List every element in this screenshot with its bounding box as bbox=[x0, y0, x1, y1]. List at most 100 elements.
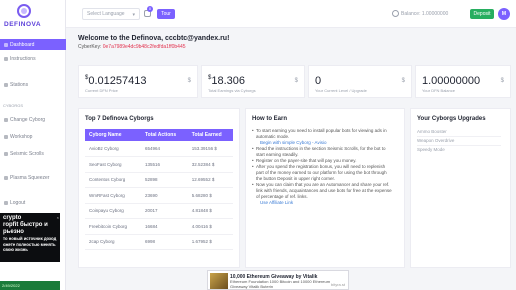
tour-button[interactable]: Tour bbox=[157, 9, 175, 19]
stat-number: 0.01257413 bbox=[88, 75, 147, 87]
stat-card-level: 0 Your Current Level / Upgrade $ bbox=[308, 65, 412, 98]
table-cell: Coinpayu Cyborg bbox=[85, 203, 141, 219]
sidebar-item-label: Seismic Scrolls bbox=[10, 150, 44, 157]
column-header: Total Actions bbox=[141, 129, 188, 141]
stat-label: Your DFN Balance bbox=[422, 88, 455, 93]
brand-logo[interactable]: DEFINOVA bbox=[4, 4, 46, 34]
sidebar-item-label: Workshop bbox=[10, 133, 33, 140]
ad-line: рьезно bbox=[3, 229, 24, 235]
upgrade-row: Ammo Booster bbox=[417, 129, 447, 134]
panel-title: How to Earn bbox=[252, 116, 288, 122]
ad-small-line: ожете полностью менять свою жизнь bbox=[3, 241, 56, 253]
dollar-icon: $ bbox=[401, 78, 405, 84]
stat-card-dfn-price: $0.01257413 Current DFN Price $ bbox=[78, 65, 198, 98]
dollar-icon: $ bbox=[500, 78, 504, 84]
notification-badge: 0 bbox=[147, 6, 153, 12]
sidebar-item-logout[interactable]: Logout bbox=[0, 197, 66, 208]
table-row: SeoFast Cyborg 135516 32.52384 $ bbox=[85, 156, 233, 173]
stat-label: Total Earnings via Cyborgs bbox=[208, 88, 256, 93]
stat-number: 1.00000000 bbox=[422, 75, 481, 87]
panel-title: Your Cyborgs Upgrades bbox=[417, 116, 486, 122]
table-cell: 32.52384 $ bbox=[187, 156, 233, 173]
table-cell: 153.39156 $ bbox=[187, 141, 233, 157]
ad-thumbnail bbox=[210, 273, 228, 289]
sidebar-item-seismic-scrolls[interactable]: Seismic Scrolls bbox=[0, 148, 66, 159]
upgrades-panel: Your Cyborgs Upgrades Ammo Booster Weapo… bbox=[410, 108, 511, 268]
sidebar-item-dashboard[interactable]: Dashboard bbox=[0, 39, 66, 50]
top-cyborgs-panel: Top 7 Definova Cyborgs Cyborg Name Total… bbox=[78, 108, 240, 268]
sidebar-section-caption: CYBORGS bbox=[3, 103, 24, 108]
table-header-row: Cyborg Name Total Actions Total Earned bbox=[85, 129, 233, 141]
cyber-key: CyberKey: 0e7a7989e4dc9b48c2fedfda1ff0b4… bbox=[78, 44, 186, 50]
station-icon bbox=[4, 82, 8, 87]
ad-source: bityra.st bbox=[330, 282, 345, 287]
sidebar-item-plasma-squeezer[interactable]: Plasma Squeezer bbox=[0, 172, 66, 183]
logo-icon bbox=[17, 4, 31, 18]
dollar-icon: $ bbox=[294, 78, 298, 84]
book-icon bbox=[4, 56, 8, 61]
table-cell: 4.00416 $ bbox=[187, 218, 233, 235]
how-to-earn-panel: How to Earn To start earning you need to… bbox=[245, 108, 405, 268]
language-select-value: Select Language bbox=[87, 11, 125, 17]
affiliate-link[interactable]: Use Affiliate Link bbox=[256, 200, 392, 206]
deposit-button-label: Deposit bbox=[473, 11, 491, 17]
sidebar-item-change-cyborg[interactable]: Change Cyborg bbox=[0, 114, 66, 125]
language-select[interactable]: Select Language ▾ bbox=[82, 8, 140, 20]
table-row: WmRFast Cyborg 23690 5.68280 $ bbox=[85, 187, 233, 204]
table-cell: Freebitcoin Cyborg bbox=[85, 218, 141, 235]
upgrade-row: Speedy Mode bbox=[417, 147, 445, 152]
table-cell: Contentos Cyborg bbox=[85, 172, 141, 188]
stat-number: 18.306 bbox=[211, 75, 245, 87]
sidebar-item-label: Logout bbox=[10, 199, 26, 206]
table-row: Freebitcoin Cyborg 16684 4.00416 $ bbox=[85, 218, 233, 235]
page-title: Welcome to the Definova, cccbtc@yandex.r… bbox=[78, 35, 230, 42]
stat-value: $0.01257413 bbox=[85, 75, 146, 87]
column-header: Cyborg Name bbox=[85, 129, 141, 141]
column-header: Total Earned bbox=[187, 129, 233, 141]
table-row: 2cap Cyborg 6998 1.67952 $ bbox=[85, 234, 233, 250]
upgrade-row: Weapon Overdrive bbox=[417, 138, 455, 143]
how-to-earn-list: To start earning you need to install pop… bbox=[252, 128, 392, 206]
divider bbox=[417, 136, 501, 137]
table-cell: 12.69552 $ bbox=[187, 172, 233, 188]
sidebar-item-instructions[interactable]: Instructions bbox=[0, 53, 66, 64]
table-cell: 5.68280 $ bbox=[187, 187, 233, 204]
stat-label: Current DFN Price bbox=[85, 88, 118, 93]
ad-banner-bottom[interactable]: 10,000 Ethereum Giveaway by Vitalik Ethe… bbox=[207, 270, 349, 290]
stat-label: Your Current Level / Upgrade bbox=[315, 88, 367, 93]
ad-line: roрfit быстро и bbox=[3, 222, 48, 228]
list-item: Now you can claim that you are an Automa… bbox=[252, 182, 392, 206]
list-item: After you spend the registration bonus, … bbox=[252, 164, 392, 182]
sidebar-item-label: Change Cyborg bbox=[10, 116, 46, 123]
divider bbox=[417, 145, 501, 146]
cyber-key-value: 0e7a7989e4dc9b48c2fedfda1ff0b445 bbox=[102, 44, 186, 50]
plasma-icon bbox=[4, 175, 8, 180]
sidebar-item-workshop[interactable]: Workshop bbox=[0, 131, 66, 142]
ad-banner-left[interactable]: × crypto roрfit быстро и рьезно то новый… bbox=[0, 213, 60, 262]
deposit-button[interactable]: Deposit bbox=[470, 9, 494, 19]
panel-title: Top 7 Definova Cyborgs bbox=[85, 116, 154, 122]
table-cell: 16684 bbox=[141, 218, 188, 235]
balance-text: Balance: 1.00000000 bbox=[401, 11, 449, 17]
sidebar-item-label: Stations bbox=[10, 81, 29, 88]
list-item: To start earning you need to install pop… bbox=[252, 128, 392, 146]
sidebar-item-stations[interactable]: Stations bbox=[0, 79, 66, 90]
table-cell: 135516 bbox=[141, 156, 188, 173]
ad-small-line: то новый источник доход bbox=[3, 236, 57, 241]
table-cell: 4.81848 $ bbox=[187, 203, 233, 219]
table-cell: 20017 bbox=[141, 203, 188, 219]
list-item-text: Now you can claim that you are an Automa… bbox=[256, 182, 392, 199]
topbar: Select Language ▾ 0 Tour Balance: 1.0000… bbox=[66, 0, 516, 28]
list-item-text: To start earning you need to install pop… bbox=[256, 128, 387, 139]
avatar[interactable]: M bbox=[498, 8, 510, 20]
close-icon[interactable]: × bbox=[57, 214, 59, 221]
stat-value: 0 bbox=[315, 75, 321, 87]
stat-card-total-earnings: $18.306 Total Earnings via Cyborgs $ bbox=[201, 65, 305, 98]
table-cell: 23690 bbox=[141, 187, 188, 204]
chevron-down-icon: ▾ bbox=[132, 12, 135, 18]
table-row: Coinpayu Cyborg 20017 4.81848 $ bbox=[85, 203, 233, 219]
table-cell: 52898 bbox=[141, 172, 188, 188]
table-cell: 6998 bbox=[141, 234, 188, 250]
dollar-icon: $ bbox=[187, 78, 191, 84]
sidebar-item-label: Instructions bbox=[10, 55, 36, 62]
